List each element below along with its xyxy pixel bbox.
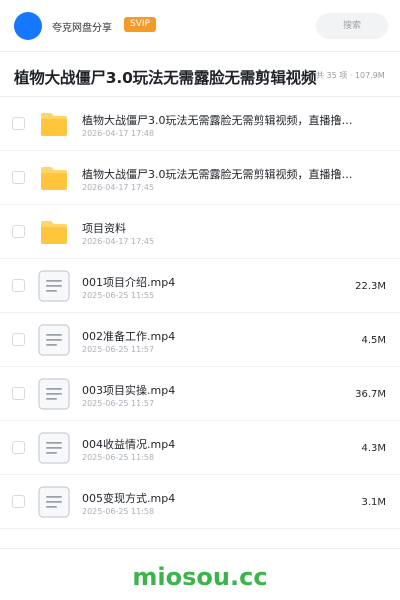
file-date: 2026-04-17 17:45 bbox=[82, 183, 155, 192]
row-checkbox[interactable] bbox=[12, 279, 25, 292]
footer: miosou.cc bbox=[0, 548, 400, 600]
file-size: 4.3M bbox=[361, 443, 386, 454]
file-name: 003项目实操.mp4 bbox=[82, 384, 176, 397]
row-checkbox[interactable] bbox=[12, 117, 25, 130]
item-count: 共 35 项 · 107.9M bbox=[316, 71, 385, 80]
folder-icon bbox=[41, 113, 67, 136]
file-size: 36.7M bbox=[355, 389, 386, 400]
folder-header: 植物大战僵尸3.0玩法无需露脸无需剪辑视频 共 35 项 · 107.9M bbox=[0, 52, 400, 97]
file-name: 005变现方式.mp4 bbox=[82, 492, 176, 505]
file-icon bbox=[38, 486, 70, 518]
file-row[interactable]: 项目资料 2026-04-17 17:45 bbox=[0, 205, 400, 259]
file-name: 001项目介绍.mp4 bbox=[82, 276, 176, 289]
row-checkbox[interactable] bbox=[12, 441, 25, 454]
file-icon bbox=[38, 378, 70, 410]
file-row[interactable]: 005变现方式.mp4 2025-06-25 11:58 3.1M bbox=[0, 475, 400, 529]
row-checkbox[interactable] bbox=[12, 387, 25, 400]
file-name: 植物大战僵尸3.0玩法无需露脸无需剪辑视频，直播撸… bbox=[82, 114, 353, 127]
file-icon bbox=[38, 324, 70, 356]
file-size: 3.1M bbox=[361, 497, 386, 508]
row-checkbox[interactable] bbox=[12, 171, 25, 184]
file-row[interactable]: 植物大战僵尸3.0玩法无需露脸无需剪辑视频，直播撸… 2026-04-17 17… bbox=[0, 97, 400, 151]
svip-badge: SVIP bbox=[124, 17, 156, 32]
row-checkbox[interactable] bbox=[12, 225, 25, 238]
sharer-name: 夸克网盘分享 bbox=[52, 23, 112, 34]
file-row[interactable]: 植物大战僵尸3.0玩法无需露脸无需剪辑视频，直播撸… 2026-04-17 17… bbox=[0, 151, 400, 205]
file-date: 2025-06-25 11:57 bbox=[82, 399, 155, 408]
file-list: 植物大战僵尸3.0玩法无需露脸无需剪辑视频，直播撸… 2026-04-17 17… bbox=[0, 97, 400, 529]
folder-icon bbox=[41, 221, 67, 244]
file-date: 2025-06-25 11:55 bbox=[82, 291, 155, 300]
file-name: 项目资料 bbox=[82, 222, 126, 235]
file-date: 2025-06-25 11:58 bbox=[82, 453, 155, 462]
search-input[interactable]: 搜索 bbox=[316, 13, 388, 39]
file-date: 2026-04-17 17:48 bbox=[82, 129, 155, 138]
file-row[interactable]: 002准备工作.mp4 2025-06-25 11:57 4.5M bbox=[0, 313, 400, 367]
file-date: 2025-06-25 11:58 bbox=[82, 507, 155, 516]
file-row[interactable]: 003项目实操.mp4 2025-06-25 11:57 36.7M bbox=[0, 367, 400, 421]
file-row[interactable]: 001项目介绍.mp4 2025-06-25 11:55 22.3M bbox=[0, 259, 400, 313]
row-checkbox[interactable] bbox=[12, 333, 25, 346]
file-date: 2026-04-17 17:45 bbox=[82, 237, 155, 246]
row-checkbox[interactable] bbox=[12, 495, 25, 508]
file-icon bbox=[38, 270, 70, 302]
file-icon bbox=[38, 432, 70, 464]
file-name: 004收益情况.mp4 bbox=[82, 438, 176, 451]
file-size: 4.5M bbox=[361, 335, 386, 346]
file-row[interactable]: 004收益情况.mp4 2025-06-25 11:58 4.3M bbox=[0, 421, 400, 475]
file-size: 22.3M bbox=[355, 281, 386, 292]
file-name: 植物大战僵尸3.0玩法无需露脸无需剪辑视频，直播撸… bbox=[82, 168, 353, 181]
site-watermark: miosou.cc bbox=[132, 563, 268, 591]
page-title: 植物大战僵尸3.0玩法无需露脸无需剪辑视频 bbox=[14, 69, 317, 87]
top-bar: 夸克网盘分享 SVIP 搜索 bbox=[0, 0, 400, 52]
avatar[interactable] bbox=[14, 12, 42, 40]
file-name: 002准备工作.mp4 bbox=[82, 330, 176, 343]
folder-icon bbox=[41, 167, 67, 190]
file-date: 2025-06-25 11:57 bbox=[82, 345, 155, 354]
